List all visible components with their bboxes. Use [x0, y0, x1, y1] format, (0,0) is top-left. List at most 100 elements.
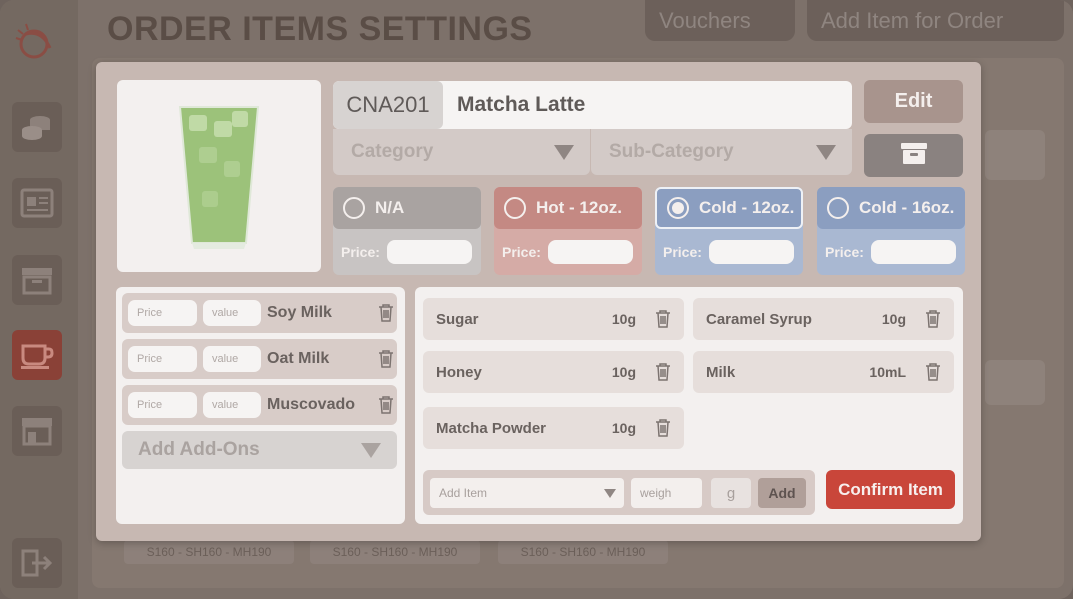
background-chip: S160 - SH160 - MH190	[310, 540, 480, 564]
ingredient-row: Sugar 10g	[423, 298, 684, 340]
ingredient-row: Caramel Syrup 10g	[693, 298, 954, 340]
size-label: Hot - 12oz.	[536, 198, 622, 217]
addon-value-input[interactable]: value	[203, 392, 261, 418]
chevron-down-icon	[816, 144, 836, 160]
add-item-for-order-tab[interactable]: Add Item for Order	[807, 0, 1064, 41]
add-addons-label: Add Add-Ons	[138, 439, 260, 460]
coins-icon[interactable]	[12, 102, 62, 152]
confirm-item-button[interactable]: Confirm Item	[826, 470, 955, 509]
add-item-placeholder: Add Item	[439, 486, 488, 500]
item-name[interactable]: Matcha Latte	[443, 81, 585, 129]
price-input[interactable]	[387, 240, 472, 264]
background-chip: S160 - SH160 - MH190	[498, 540, 668, 564]
radio-button[interactable]	[343, 197, 365, 219]
edit-item-modal: CNA201 Matcha Latte Category Sub-Categor…	[96, 62, 981, 541]
price-input[interactable]	[548, 240, 633, 264]
ingredient-qty: 10g	[611, 311, 636, 327]
item-code: CNA201	[333, 81, 443, 129]
price-input[interactable]	[709, 240, 794, 264]
chevron-down-icon	[554, 144, 574, 160]
ingredient-row: Milk 10mL	[693, 351, 954, 393]
edit-button[interactable]: Edit	[864, 80, 963, 123]
ingredient-name: Sugar	[436, 310, 479, 328]
radio-button-selected[interactable]	[667, 197, 689, 219]
background-chip: S160 - SH160 - MH190	[124, 540, 294, 564]
size-option-cold-12oz[interactable]: Cold - 12oz. Price:	[655, 187, 803, 275]
size-label: Cold - 16oz.	[859, 198, 955, 217]
size-option-header[interactable]: Cold - 16oz.	[817, 187, 965, 229]
size-label: N/A	[375, 198, 405, 217]
price-label: Price:	[825, 244, 864, 260]
ingredient-qty: 10mL	[869, 364, 906, 380]
background-card	[985, 360, 1045, 405]
size-option-na[interactable]: N/A Price:	[333, 187, 481, 275]
ingredient-row: Matcha Powder 10g	[423, 407, 684, 449]
price-label: Price:	[341, 244, 380, 260]
addon-row: Price value Oat Milk	[122, 339, 397, 379]
ingredient-qty: 10g	[881, 311, 906, 327]
size-option-cold-16oz[interactable]: Cold - 16oz. Price:	[817, 187, 965, 275]
archive-button[interactable]	[864, 134, 963, 177]
ingredient-name: Caramel Syrup	[706, 310, 812, 328]
background-card	[985, 130, 1045, 180]
addon-name: Muscovado	[267, 396, 356, 413]
archive-icon	[900, 141, 928, 170]
vouchers-tab[interactable]: Vouchers	[645, 0, 795, 41]
trash-icon[interactable]	[652, 308, 674, 330]
trash-icon[interactable]	[652, 417, 674, 439]
item-code-name-field[interactable]: CNA201 Matcha Latte	[333, 81, 852, 129]
addons-panel: Price value Soy Milk Price value Oat Mil…	[116, 287, 405, 524]
size-label: Cold - 12oz.	[699, 198, 795, 217]
size-option-header[interactable]: N/A	[333, 187, 481, 229]
subcategory-select[interactable]: Sub-Category	[591, 129, 852, 175]
add-ingredient-bar: Add Item weigh g Add	[423, 470, 815, 515]
add-addons-select[interactable]: Add Add-Ons	[122, 431, 397, 469]
report-icon[interactable]	[12, 178, 62, 228]
ingredient-name: Honey	[436, 363, 482, 381]
addon-name: Soy Milk	[267, 304, 332, 321]
category-placeholder: Category	[351, 141, 434, 162]
add-item-select[interactable]: Add Item	[430, 478, 624, 508]
radio-button[interactable]	[504, 197, 526, 219]
weigh-input[interactable]: weigh	[631, 478, 702, 508]
trash-icon[interactable]	[375, 348, 397, 370]
addon-price-input[interactable]: Price	[128, 300, 197, 326]
size-option-header[interactable]: Hot - 12oz.	[494, 187, 642, 229]
price-label: Price:	[502, 244, 541, 260]
chevron-down-icon	[604, 488, 616, 498]
radio-button[interactable]	[827, 197, 849, 219]
sidebar	[0, 0, 78, 599]
ingredient-name: Matcha Powder	[436, 419, 547, 437]
add-button[interactable]: Add	[758, 478, 806, 508]
ingredient-name: Milk	[706, 363, 736, 381]
logo-icon	[12, 20, 62, 66]
store-icon[interactable]	[12, 406, 62, 456]
addon-price-input[interactable]: Price	[128, 346, 197, 372]
logout-icon[interactable]	[12, 538, 62, 588]
addon-row: Price value Soy Milk	[122, 293, 397, 333]
subcategory-placeholder: Sub-Category	[609, 141, 734, 162]
ingredient-row: Honey 10g	[423, 351, 684, 393]
trash-icon[interactable]	[375, 394, 397, 416]
price-label: Price:	[663, 244, 702, 260]
size-option-header[interactable]: Cold - 12oz.	[655, 187, 803, 229]
addon-value-input[interactable]: value	[203, 300, 261, 326]
trash-icon[interactable]	[652, 361, 674, 383]
price-input[interactable]	[871, 240, 956, 264]
coffee-cup-icon[interactable]	[12, 330, 62, 380]
ingredient-qty: 10g	[611, 364, 636, 380]
product-image	[117, 80, 321, 272]
addon-price-input[interactable]: Price	[128, 392, 197, 418]
addon-value-input[interactable]: value	[203, 346, 261, 372]
archive-icon[interactable]	[12, 255, 62, 305]
trash-icon[interactable]	[375, 302, 397, 324]
page-title: ORDER ITEMS SETTINGS	[107, 10, 533, 48]
category-select[interactable]: Category	[333, 129, 590, 175]
unit-label: g	[711, 478, 751, 508]
size-option-hot-12oz[interactable]: Hot - 12oz. Price:	[494, 187, 642, 275]
trash-icon[interactable]	[922, 361, 944, 383]
ingredient-qty: 10g	[611, 420, 636, 436]
addon-name: Oat Milk	[267, 350, 330, 367]
chevron-down-icon	[361, 442, 381, 458]
trash-icon[interactable]	[922, 308, 944, 330]
